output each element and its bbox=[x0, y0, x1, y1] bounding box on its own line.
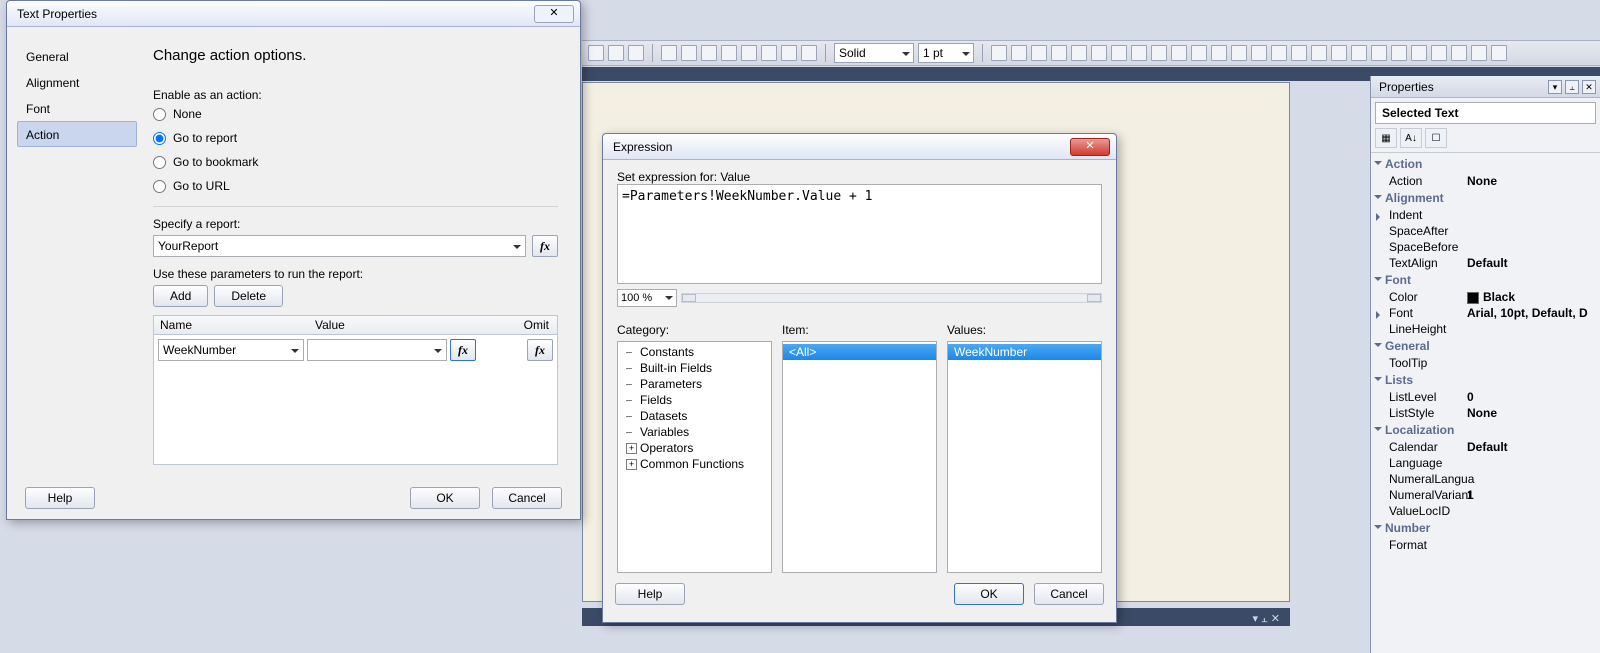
tree-item[interactable]: Datasets bbox=[618, 408, 771, 424]
tree-item[interactable]: Common Functions bbox=[618, 456, 771, 472]
list-item[interactable]: <All> bbox=[783, 344, 936, 360]
params-header: Name Value Omit bbox=[153, 315, 558, 335]
param-omit-fx-button[interactable]: fx bbox=[527, 339, 553, 361]
ide-toolbar: Solid 1 pt bbox=[582, 40, 1600, 66]
help-button[interactable]: Help bbox=[615, 583, 685, 605]
horizontal-scrollbar[interactable] bbox=[681, 293, 1102, 303]
pin-icon[interactable]: ⫠ bbox=[1565, 80, 1579, 94]
cancel-button[interactable]: Cancel bbox=[492, 487, 562, 509]
categorized-icon[interactable]: ▦ bbox=[1375, 128, 1397, 148]
alphabetical-icon[interactable]: A↓ bbox=[1400, 128, 1422, 148]
report-dropdown[interactable]: YourReport bbox=[153, 235, 526, 257]
item-list[interactable]: <All> bbox=[782, 341, 937, 573]
dialog-titlebar[interactable]: Text Properties ✕ bbox=[7, 1, 580, 27]
list-item[interactable]: WeekNumber bbox=[948, 344, 1101, 360]
dialog-titlebar[interactable]: Expression ✕ bbox=[603, 134, 1116, 160]
nav-alignment[interactable]: Alignment bbox=[17, 69, 137, 95]
values-list[interactable]: WeekNumber bbox=[947, 341, 1102, 573]
delete-button[interactable]: Delete bbox=[214, 285, 283, 307]
expression-editor[interactable] bbox=[617, 184, 1102, 284]
tree-item[interactable]: Constants bbox=[618, 344, 771, 360]
expression-dialog: Expression ✕ Set expression for: Value 1… bbox=[602, 133, 1117, 623]
dropdown-icon[interactable]: ▾ bbox=[1548, 80, 1562, 94]
category-tree[interactable]: Constants Built-in Fields Parameters Fie… bbox=[617, 341, 772, 573]
property-grid[interactable]: Action ActionNone Alignment Indent Space… bbox=[1371, 152, 1600, 555]
nav-font[interactable]: Font bbox=[17, 95, 137, 121]
cancel-button[interactable]: Cancel bbox=[1034, 583, 1104, 605]
specify-report-label: Specify a report: bbox=[153, 217, 558, 231]
properties-panel: Properties ▾ ⫠ ✕ Selected Text ▦ A↓ ☐ Ac… bbox=[1370, 76, 1600, 653]
param-value-fx-button[interactable]: fx bbox=[450, 339, 476, 361]
category-label: Category: bbox=[617, 323, 772, 337]
selected-object-dropdown[interactable]: Selected Text bbox=[1375, 102, 1596, 124]
param-value-dropdown[interactable] bbox=[307, 339, 447, 361]
nav-general[interactable]: General bbox=[17, 43, 137, 69]
set-expression-label: Set expression for: Value bbox=[617, 170, 750, 184]
close-icon[interactable]: ✕ bbox=[534, 5, 574, 23]
category-nav: General Alignment Font Action bbox=[7, 27, 143, 485]
border-style-dropdown[interactable]: Solid bbox=[834, 43, 914, 63]
properties-title[interactable]: Properties ▾ ⫠ ✕ bbox=[1371, 76, 1600, 98]
radio-none[interactable] bbox=[153, 108, 166, 121]
values-label: Values: bbox=[947, 323, 1102, 337]
tree-item[interactable]: Variables bbox=[618, 424, 771, 440]
page-heading: Change action options. bbox=[153, 47, 558, 64]
tree-item[interactable]: Operators bbox=[618, 440, 771, 456]
zoom-dropdown[interactable]: 100 % bbox=[617, 289, 677, 307]
dialog-title: Text Properties bbox=[17, 7, 534, 21]
help-button[interactable]: Help bbox=[25, 487, 95, 509]
params-hint: Use these parameters to run the report: bbox=[153, 267, 558, 281]
enable-action-label: Enable as an action: bbox=[153, 88, 262, 102]
close-icon[interactable]: ✕ bbox=[1070, 138, 1110, 156]
radio-go-to-url[interactable] bbox=[153, 180, 166, 193]
param-name-dropdown[interactable]: WeekNumber bbox=[158, 339, 304, 361]
close-icon[interactable]: ✕ bbox=[1582, 80, 1596, 94]
text-properties-dialog: Text Properties ✕ General Alignment Font… bbox=[6, 0, 581, 520]
param-row: WeekNumber fx fx bbox=[158, 339, 553, 361]
radio-go-to-bookmark[interactable] bbox=[153, 156, 166, 169]
ok-button[interactable]: OK bbox=[954, 583, 1024, 605]
params-grid: WeekNumber fx fx bbox=[153, 335, 558, 465]
tree-item[interactable]: Parameters bbox=[618, 376, 771, 392]
add-button[interactable]: Add bbox=[153, 285, 208, 307]
property-pages-icon[interactable]: ☐ bbox=[1425, 128, 1447, 148]
ok-button[interactable]: OK bbox=[410, 487, 480, 509]
tree-item[interactable]: Built-in Fields bbox=[618, 360, 771, 376]
toolbar-icon[interactable] bbox=[588, 45, 604, 61]
nav-action[interactable]: Action bbox=[17, 121, 137, 147]
panel-pin-icon[interactable]: ▾ ⫠ ✕ bbox=[1252, 612, 1280, 626]
border-width-dropdown[interactable]: 1 pt bbox=[918, 43, 974, 63]
radio-go-to-report[interactable] bbox=[153, 132, 166, 145]
item-label: Item: bbox=[782, 323, 937, 337]
tree-item[interactable]: Fields bbox=[618, 392, 771, 408]
dialog-title: Expression bbox=[613, 140, 1070, 154]
report-fx-button[interactable]: fx bbox=[532, 235, 558, 257]
